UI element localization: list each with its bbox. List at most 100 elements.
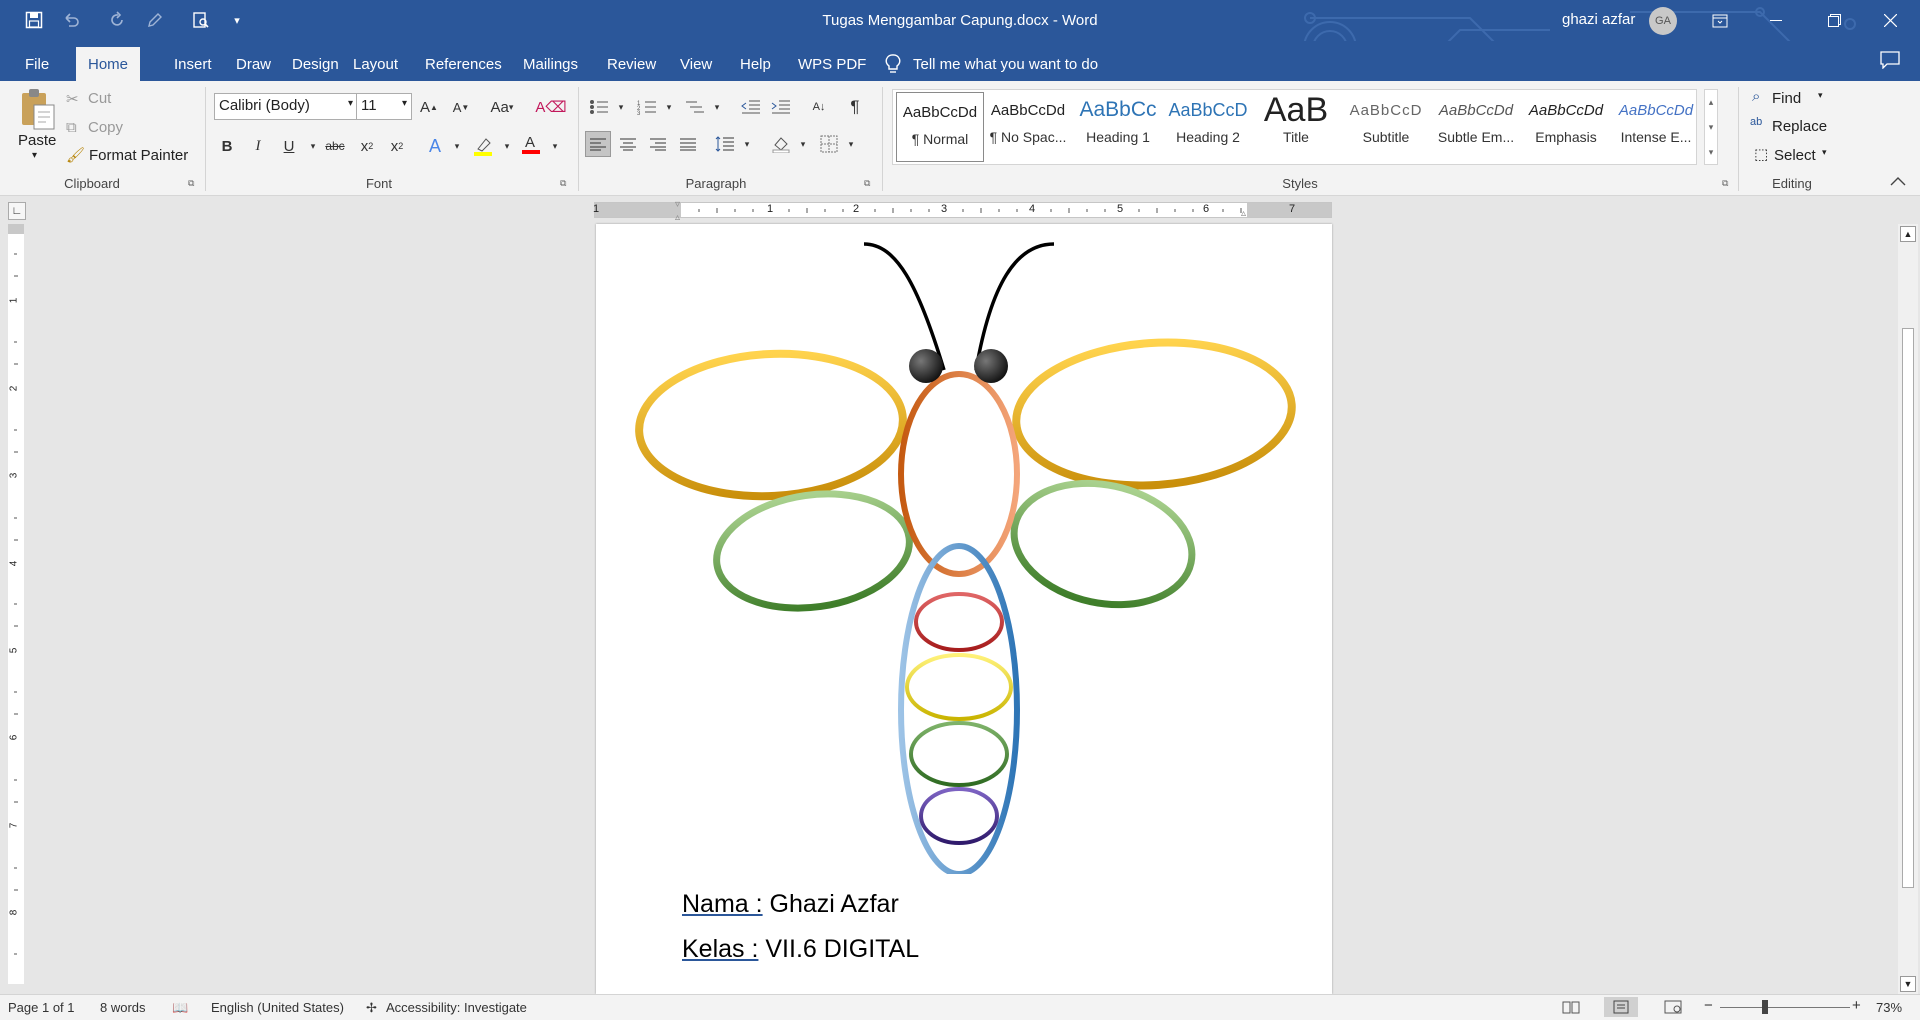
paste-dropdown-icon[interactable]: ▾: [32, 150, 37, 161]
find-dropdown-icon[interactable]: ▾: [1818, 90, 1823, 101]
shrink-font-icon[interactable]: A ▼: [448, 94, 474, 120]
style-title[interactable]: AaB Title: [1252, 91, 1340, 157]
close-icon[interactable]: [1862, 0, 1918, 41]
font-color-icon[interactable]: A: [518, 131, 544, 157]
style-subtitle[interactable]: AaBbCcD Subtitle: [1342, 91, 1430, 157]
copy-button[interactable]: Copy: [88, 119, 123, 136]
horizontal-ruler[interactable]: 1 1 2 3 4 5 6 7 ▿ ▵ ▵: [593, 199, 1332, 223]
accessibility-status[interactable]: Accessibility: Investigate: [386, 1000, 527, 1015]
numbering-dropdown-icon[interactable]: ▾: [656, 94, 682, 120]
zoom-slider-track[interactable]: [1720, 1007, 1850, 1008]
style-normal[interactable]: AaBbCcDd ¶ Normal: [896, 92, 984, 162]
style-heading-2[interactable]: AaBbCcD Heading 2: [1164, 91, 1252, 157]
tab-mailings[interactable]: Mailings: [511, 47, 590, 81]
zoom-slider-thumb[interactable]: [1762, 1000, 1768, 1014]
font-launcher-icon[interactable]: ⧉: [560, 178, 566, 189]
kelas-line[interactable]: Kelas : VII.6 DIGITAL: [682, 935, 919, 964]
strikethrough-button[interactable]: abc: [322, 133, 348, 159]
vertical-ruler[interactable]: 1 2 3 4 5 6 7 8: [8, 224, 24, 984]
tab-help[interactable]: Help: [728, 47, 783, 81]
font-size-select[interactable]: 11 ▾: [356, 93, 412, 120]
paste-button[interactable]: Paste: [18, 132, 56, 149]
decrease-indent-icon[interactable]: [738, 94, 764, 120]
shading-dropdown-icon[interactable]: ▾: [790, 131, 816, 157]
sort-icon[interactable]: A↓: [806, 94, 832, 120]
tell-me-search[interactable]: Tell me what you want to do: [885, 47, 1098, 81]
document-page[interactable]: Nama : Ghazi Azfar Kelas : VII.6 DIGITAL: [596, 224, 1332, 994]
grow-font-icon[interactable]: A ▲: [416, 94, 442, 120]
font-color-dropdown-icon[interactable]: ▾: [542, 133, 568, 159]
avatar[interactable]: GA: [1649, 7, 1677, 35]
show-formatting-marks-icon[interactable]: ¶: [842, 94, 868, 120]
user-name[interactable]: ghazi azfar: [1562, 11, 1635, 28]
tab-draw[interactable]: Draw: [224, 47, 283, 81]
restore-icon[interactable]: [1806, 0, 1862, 41]
nama-line[interactable]: Nama : Ghazi Azfar: [682, 890, 899, 919]
tab-references[interactable]: References: [413, 47, 514, 81]
increase-indent-icon[interactable]: [768, 94, 794, 120]
text-effects-dropdown-icon[interactable]: ▾: [444, 133, 470, 159]
ribbon-display-options-icon[interactable]: [1692, 0, 1748, 41]
clear-formatting-icon[interactable]: A⌫: [535, 94, 566, 120]
align-left-icon[interactable]: [585, 131, 611, 157]
tab-wps-pdf[interactable]: WPS PDF: [786, 47, 878, 81]
cut-button[interactable]: Cut: [88, 90, 111, 107]
proofing-icon[interactable]: 📖: [172, 1000, 188, 1016]
align-right-icon[interactable]: [645, 131, 671, 157]
paste-icon[interactable]: [18, 87, 56, 131]
highlight-icon[interactable]: [470, 133, 496, 159]
tab-selector-icon[interactable]: ∟: [8, 202, 26, 220]
superscript-icon[interactable]: x2: [384, 133, 410, 159]
paragraph-launcher-icon[interactable]: ⧉: [864, 178, 870, 189]
first-line-indent-marker[interactable]: ▿: [675, 199, 680, 210]
format-painter-button[interactable]: Format Painter: [89, 147, 188, 164]
tab-layout[interactable]: Layout: [341, 47, 410, 81]
tab-file[interactable]: File: [13, 47, 61, 81]
scroll-thumb[interactable]: [1902, 328, 1914, 888]
bold-button[interactable]: B: [214, 133, 240, 159]
page-count[interactable]: Page 1 of 1: [8, 1000, 75, 1015]
styles-launcher-icon[interactable]: ⧉: [1722, 178, 1728, 189]
read-mode-icon[interactable]: [1562, 1000, 1580, 1017]
tab-insert[interactable]: Insert: [162, 47, 224, 81]
subscript-icon[interactable]: x2: [354, 133, 380, 159]
word-count[interactable]: 8 words: [100, 1000, 146, 1015]
font-family-select[interactable]: Calibri (Body) ▾: [214, 93, 358, 120]
vertical-scrollbar[interactable]: ▲ ▼: [1898, 224, 1918, 994]
find-button[interactable]: Find: [1772, 90, 1801, 107]
web-layout-icon[interactable]: [1664, 1000, 1682, 1017]
clipboard-launcher-icon[interactable]: ⧉: [188, 178, 194, 189]
language-indicator[interactable]: English (United States): [211, 1000, 344, 1015]
tab-review[interactable]: Review: [595, 47, 668, 81]
right-indent-marker[interactable]: ▵: [1241, 208, 1246, 219]
style-no-spacing[interactable]: AaBbCcDd ¶ No Spac...: [984, 91, 1072, 157]
align-center-icon[interactable]: [615, 131, 641, 157]
print-layout-icon[interactable]: [1604, 997, 1638, 1017]
justify-icon[interactable]: [675, 131, 701, 157]
borders-dropdown-icon[interactable]: ▾: [838, 131, 864, 157]
left-indent-marker[interactable]: ▵: [675, 212, 680, 223]
replace-button[interactable]: Replace: [1772, 118, 1827, 135]
bullets-dropdown-icon[interactable]: ▾: [608, 94, 634, 120]
highlight-dropdown-icon[interactable]: ▾: [494, 133, 520, 159]
scroll-down-icon[interactable]: ▼: [1900, 976, 1916, 992]
style-subtle-emphasis[interactable]: AaBbCcDd Subtle Em...: [1432, 91, 1520, 157]
zoom-level[interactable]: 73%: [1876, 1000, 1902, 1015]
multilevel-dropdown-icon[interactable]: ▾: [704, 94, 730, 120]
italic-button[interactable]: I: [245, 133, 271, 159]
style-emphasis[interactable]: AaBbCcDd Emphasis: [1522, 91, 1610, 157]
minimize-icon[interactable]: [1748, 0, 1804, 41]
underline-button[interactable]: U: [276, 133, 302, 159]
style-heading-1[interactable]: AaBbCc Heading 1: [1074, 91, 1162, 157]
zoom-in-icon[interactable]: +: [1852, 997, 1861, 1014]
style-intense-emphasis[interactable]: AaBbCcDd Intense E...: [1612, 91, 1700, 157]
scroll-up-icon[interactable]: ▲: [1900, 226, 1916, 242]
select-dropdown-icon[interactable]: ▾: [1822, 147, 1827, 158]
change-case-button[interactable]: Aa ▾: [484, 94, 520, 120]
select-button[interactable]: Select: [1774, 147, 1816, 164]
tab-home[interactable]: Home: [76, 47, 141, 81]
zoom-out-icon[interactable]: −: [1704, 997, 1713, 1014]
comments-icon[interactable]: [1880, 51, 1900, 72]
collapse-ribbon-icon[interactable]: [1890, 173, 1906, 190]
dragonfly-drawing[interactable]: [596, 224, 1332, 874]
